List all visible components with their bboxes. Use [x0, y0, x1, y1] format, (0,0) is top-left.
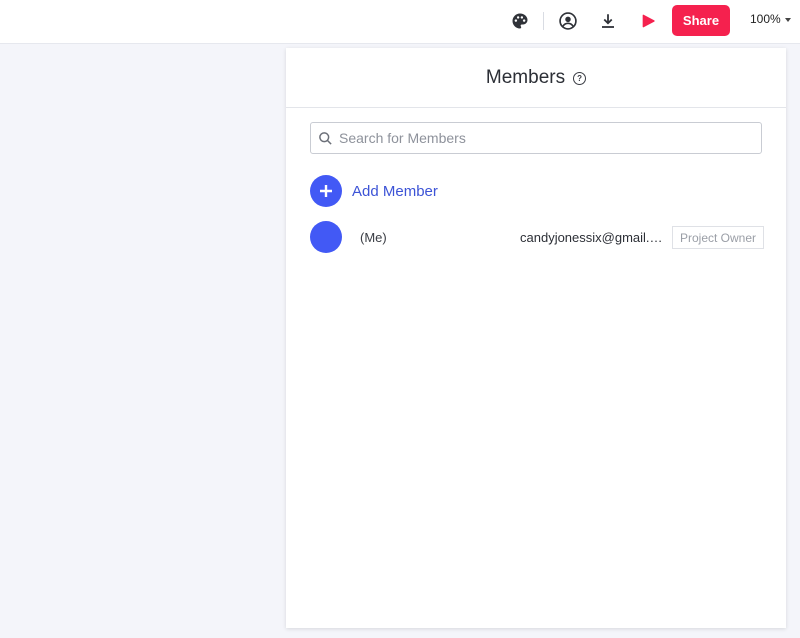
panel-title: Members	[485, 66, 566, 88]
zoom-level: 100%	[750, 12, 781, 26]
search-icon	[311, 131, 339, 146]
help-icon[interactable]: ?	[573, 72, 587, 85]
member-row: (Me) candyjonessix@gmail.com Project Own…	[310, 221, 764, 253]
add-member-label: Add Member	[352, 182, 438, 200]
palette-icon[interactable]	[508, 9, 532, 33]
member-role-badge: Project Owner	[672, 226, 764, 249]
user-circle-icon[interactable]	[556, 9, 580, 33]
members-panel: Members ? Add Member (Me) candyjonessix@…	[286, 48, 786, 628]
toolbar-divider	[543, 12, 544, 30]
download-icon[interactable]	[596, 9, 620, 33]
avatar	[310, 221, 342, 253]
member-email: candyjonessix@gmail.com	[520, 230, 665, 245]
play-icon[interactable]	[636, 9, 660, 33]
top-toolbar: Share 100%	[0, 0, 800, 44]
share-button[interactable]: Share	[672, 5, 730, 36]
member-name: (Me)	[360, 230, 387, 245]
search-input[interactable]	[339, 130, 761, 146]
caret-down-icon	[784, 17, 791, 22]
add-member-button[interactable]: Add Member	[310, 175, 438, 207]
zoom-dropdown[interactable]: 100%	[750, 12, 791, 26]
members-panel-header: Members ?	[286, 48, 786, 108]
member-search-box[interactable]	[310, 122, 762, 154]
add-icon	[310, 175, 342, 207]
